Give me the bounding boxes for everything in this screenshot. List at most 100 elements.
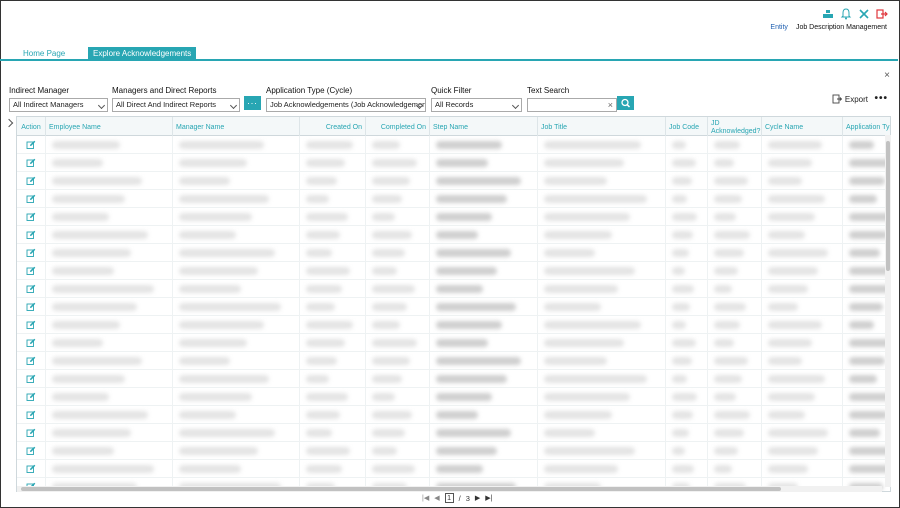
edit-icon[interactable] <box>26 356 36 366</box>
col-employee-name[interactable]: Employee Name <box>46 117 173 136</box>
col-jd-acknowledged[interactable]: JD Acknowledged? <box>708 117 762 136</box>
prev-page-icon[interactable]: ◀ <box>434 494 439 502</box>
table-row[interactable] <box>17 424 890 442</box>
table-row[interactable] <box>17 280 890 298</box>
table-row[interactable] <box>17 370 890 388</box>
org-chart-icon[interactable] <box>822 8 834 20</box>
col-job-code[interactable]: Job Code <box>666 117 708 136</box>
table-row[interactable] <box>17 226 890 244</box>
action-cell[interactable] <box>17 244 46 262</box>
entity-link[interactable]: Entity <box>770 24 788 31</box>
action-cell[interactable] <box>17 136 46 154</box>
edit-icon[interactable] <box>26 230 36 240</box>
action-cell[interactable] <box>17 316 46 334</box>
logout-icon[interactable] <box>876 8 888 20</box>
horizontal-scroll-thumb[interactable] <box>21 487 781 491</box>
action-cell[interactable] <box>17 226 46 244</box>
action-cell[interactable] <box>17 352 46 370</box>
table-cell <box>300 208 366 226</box>
table-row[interactable] <box>17 352 890 370</box>
action-cell[interactable] <box>17 370 46 388</box>
edit-icon[interactable] <box>26 302 36 312</box>
table-row[interactable] <box>17 406 890 424</box>
action-cell[interactable] <box>17 172 46 190</box>
edit-icon[interactable] <box>26 284 36 294</box>
tools-icon[interactable] <box>858 8 870 20</box>
vertical-scrollbar[interactable] <box>885 135 891 487</box>
clear-search-icon[interactable]: × <box>608 100 613 110</box>
col-application-type[interactable]: Application Type <box>843 117 890 136</box>
action-cell[interactable] <box>17 406 46 424</box>
col-cycle-name[interactable]: Cycle Name <box>762 117 843 136</box>
edit-icon[interactable] <box>26 446 36 456</box>
action-cell[interactable] <box>17 334 46 352</box>
edit-icon[interactable] <box>26 248 36 258</box>
horizontal-scrollbar[interactable] <box>17 486 882 492</box>
table-row[interactable] <box>17 460 890 478</box>
edit-icon[interactable] <box>26 266 36 276</box>
edit-icon[interactable] <box>26 176 36 186</box>
quick-filter-select[interactable]: All Records <box>431 98 522 112</box>
export-button[interactable]: Export <box>832 94 868 104</box>
table-row[interactable] <box>17 316 890 334</box>
col-job-title[interactable]: Job Title <box>538 117 666 136</box>
bell-icon[interactable] <box>840 8 852 20</box>
tab-explore-acknowledgements[interactable]: Explore Acknowledgements <box>88 47 197 61</box>
edit-icon[interactable] <box>26 428 36 438</box>
action-cell[interactable] <box>17 388 46 406</box>
redacted-value <box>768 375 825 383</box>
table-row[interactable] <box>17 172 890 190</box>
more-managers-button[interactable]: ... <box>244 96 261 110</box>
table-row[interactable] <box>17 208 890 226</box>
table-row[interactable] <box>17 154 890 172</box>
table-row[interactable] <box>17 388 890 406</box>
edit-icon[interactable] <box>26 392 36 402</box>
next-page-icon[interactable]: ▶ <box>475 494 480 502</box>
edit-icon[interactable] <box>26 464 36 474</box>
more-options-icon[interactable]: ••• <box>874 93 888 104</box>
table-row[interactable] <box>17 334 890 352</box>
table-row[interactable] <box>17 262 890 280</box>
last-page-icon[interactable]: ▶| <box>485 494 492 502</box>
action-cell[interactable] <box>17 190 46 208</box>
indirect-manager-select[interactable]: All Indirect Managers <box>9 98 108 112</box>
edit-icon[interactable] <box>26 320 36 330</box>
vertical-scroll-thumb[interactable] <box>886 141 890 271</box>
action-cell[interactable] <box>17 298 46 316</box>
redacted-value <box>672 411 693 419</box>
search-button[interactable] <box>617 96 634 110</box>
edit-icon[interactable] <box>26 338 36 348</box>
col-step-name[interactable]: Step Name <box>430 117 538 136</box>
action-cell[interactable] <box>17 208 46 226</box>
edit-icon[interactable] <box>26 374 36 384</box>
close-icon[interactable]: × <box>884 70 890 81</box>
action-cell[interactable] <box>17 262 46 280</box>
edit-icon[interactable] <box>26 410 36 420</box>
table-row[interactable] <box>17 442 890 460</box>
managers-direct-reports-select[interactable]: All Direct And Indirect Reports <box>112 98 240 112</box>
table-row[interactable] <box>17 136 890 154</box>
edit-icon[interactable] <box>26 212 36 222</box>
edit-icon[interactable] <box>26 158 36 168</box>
table-row[interactable] <box>17 244 890 262</box>
col-completed-on[interactable]: Completed On <box>366 117 430 136</box>
action-cell[interactable] <box>17 460 46 478</box>
col-manager-name[interactable]: Manager Name <box>173 117 300 136</box>
edit-icon[interactable] <box>26 140 36 150</box>
col-created-on[interactable]: Created On <box>300 117 366 136</box>
action-cell[interactable] <box>17 442 46 460</box>
table-row[interactable] <box>17 298 890 316</box>
module-title[interactable]: Job Description Management <box>796 24 887 31</box>
redacted-value <box>52 411 148 419</box>
tab-home-page[interactable]: Home Page <box>18 47 70 61</box>
col-action[interactable]: Action <box>17 117 46 136</box>
action-cell[interactable] <box>17 280 46 298</box>
first-page-icon[interactable]: |◀ <box>422 494 429 502</box>
table-row[interactable] <box>17 190 890 208</box>
application-type-select[interactable]: Job Acknowledgements (Job Acknowledgemen… <box>266 98 426 112</box>
edit-icon[interactable] <box>26 194 36 204</box>
page-number-input[interactable]: 1 <box>444 493 454 503</box>
action-cell[interactable] <box>17 154 46 172</box>
action-cell[interactable] <box>17 424 46 442</box>
text-search-input[interactable]: × <box>527 98 617 112</box>
